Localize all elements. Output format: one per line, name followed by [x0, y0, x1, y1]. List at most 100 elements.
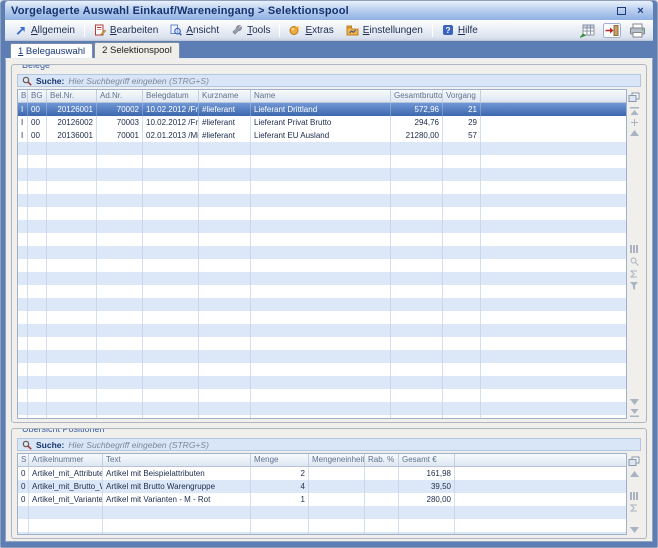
cell: 00 [28, 116, 47, 129]
exit-button[interactable] [602, 22, 622, 39]
menu-item-allgemein[interactable]: Allgemein [9, 23, 81, 38]
table-export-button[interactable] [577, 22, 597, 39]
columns-icon[interactable] [630, 492, 638, 500]
filler-cell [481, 350, 626, 363]
columns-icon[interactable] [630, 245, 638, 253]
table-row[interactable]: I00201360017000102.01.2013 /Mi#lieferant… [18, 129, 626, 142]
tab-belegauswahl[interactable]: 1 Belegauswahl [10, 43, 93, 58]
scroll-bottom-icon[interactable] [630, 409, 639, 417]
empty-row[interactable] [18, 142, 626, 155]
empty-row[interactable] [18, 233, 626, 246]
cell [18, 402, 28, 415]
cell: 70003 [97, 116, 143, 129]
empty-row[interactable] [18, 259, 626, 272]
table-row[interactable]: 0Artikel_mit_Brutto_WArtikel mit Brutto … [18, 480, 626, 493]
empty-row[interactable] [18, 220, 626, 233]
empty-row[interactable] [18, 532, 626, 534]
table-row[interactable]: I00201260017000210.02.2012 /Fr#lieferant… [18, 103, 626, 116]
title-bar[interactable]: Vorgelagerte Auswahl Einkauf/Wareneingan… [5, 1, 653, 20]
menu-item-hilfe[interactable]: ?Hilfe [436, 22, 484, 38]
close-button[interactable]: × [634, 5, 647, 17]
table-row[interactable]: I00201260027000310.02.2012 /Fr#lieferant… [18, 116, 626, 129]
empty-row[interactable] [18, 155, 626, 168]
belege-side-strip [627, 89, 641, 419]
tab-selektionspool[interactable]: 2 Selektionspool [94, 42, 180, 58]
scroll-up-icon[interactable] [630, 130, 639, 136]
cell: 10.02.2012 /Fr [143, 103, 199, 116]
cell [28, 155, 47, 168]
cell [143, 376, 199, 389]
cell [143, 155, 199, 168]
cell [103, 519, 251, 532]
empty-row[interactable] [18, 506, 626, 519]
scroll-down-icon[interactable] [630, 399, 639, 405]
cell: I [18, 103, 28, 116]
cell [199, 376, 251, 389]
empty-row[interactable] [18, 415, 626, 418]
belege-group: Belege Suche: Hier Suchbegriff eingeben … [11, 64, 647, 423]
cell [47, 311, 97, 324]
empty-row[interactable] [18, 181, 626, 194]
scroll-down-icon[interactable] [630, 527, 639, 533]
empty-row[interactable] [18, 324, 626, 337]
table-row[interactable]: 0Artikel_mit_AttributenArtikel mit Beisp… [18, 467, 626, 480]
filler-cell [481, 298, 626, 311]
empty-row[interactable] [18, 337, 626, 350]
cell [143, 220, 199, 233]
empty-row[interactable] [18, 298, 626, 311]
column-chooser-icon[interactable] [628, 456, 640, 467]
menu-item-bearbeiten[interactable]: Bearbeiten [88, 22, 164, 38]
cell: 2 [251, 467, 309, 480]
print-button[interactable] [627, 22, 647, 39]
cell [97, 324, 143, 337]
empty-row[interactable] [18, 376, 626, 389]
empty-row[interactable] [18, 246, 626, 259]
sum-icon[interactable] [630, 504, 638, 512]
menu-item-tools[interactable]: Tools [225, 22, 276, 38]
filler-cell [481, 324, 626, 337]
search-label: Suche: [36, 76, 64, 86]
table-row[interactable]: 0Artikel_mit_Varianten.Artikel mit Varia… [18, 493, 626, 506]
empty-row[interactable] [18, 389, 626, 402]
cell: 00 [28, 103, 47, 116]
scroll-up-icon[interactable] [630, 471, 639, 477]
cell: #lieferant [199, 103, 251, 116]
search-placeholder: Hier Suchbegriff eingeben (STRG+S) [68, 440, 209, 450]
scroll-top-icon[interactable] [630, 107, 639, 115]
empty-row[interactable] [18, 519, 626, 532]
window-title: Vorgelagerte Auswahl Einkauf/Wareneingan… [11, 5, 349, 17]
cell [29, 506, 103, 519]
empty-row[interactable] [18, 350, 626, 363]
belege-grid-header[interactable]: BBGBel.Nr.Ad.Nr.BelegdatumKurznameNameGe… [18, 90, 626, 103]
cell [391, 194, 443, 207]
menu-item-einstellungen[interactable]: Einstellungen [340, 23, 429, 38]
cell [29, 519, 103, 532]
empty-row[interactable] [18, 285, 626, 298]
zoom-icon[interactable] [630, 257, 639, 266]
cell [443, 220, 481, 233]
menu-item-extras[interactable]: Extras [283, 22, 339, 38]
restore-button[interactable] [615, 5, 628, 17]
column-chooser-icon[interactable] [628, 92, 640, 103]
positionen-grid-header[interactable]: SArtikelnummerTextMengeMengeneinheitRab.… [18, 454, 626, 467]
empty-row[interactable] [18, 207, 626, 220]
empty-row[interactable] [18, 194, 626, 207]
positionen-search-input[interactable]: Suche: Hier Suchbegriff eingeben (STRG+S… [17, 438, 641, 451]
empty-row[interactable] [18, 311, 626, 324]
search-icon [22, 76, 32, 86]
cell [391, 220, 443, 233]
sum-icon[interactable] [630, 270, 638, 278]
cell: Artikel mit Varianten - M - Rot [103, 493, 251, 506]
empty-row[interactable] [18, 168, 626, 181]
cell [47, 337, 97, 350]
cell [199, 155, 251, 168]
belege-search-input[interactable]: Suche: Hier Suchbegriff eingeben (STRG+S… [17, 74, 641, 87]
empty-row[interactable] [18, 363, 626, 376]
empty-row[interactable] [18, 272, 626, 285]
plus-icon[interactable] [631, 119, 638, 126]
table-export-icon [579, 23, 596, 38]
empty-row[interactable] [18, 402, 626, 415]
view-icon [170, 24, 182, 36]
filter-icon[interactable] [630, 282, 638, 290]
menu-item-ansicht[interactable]: Ansicht [164, 22, 225, 38]
